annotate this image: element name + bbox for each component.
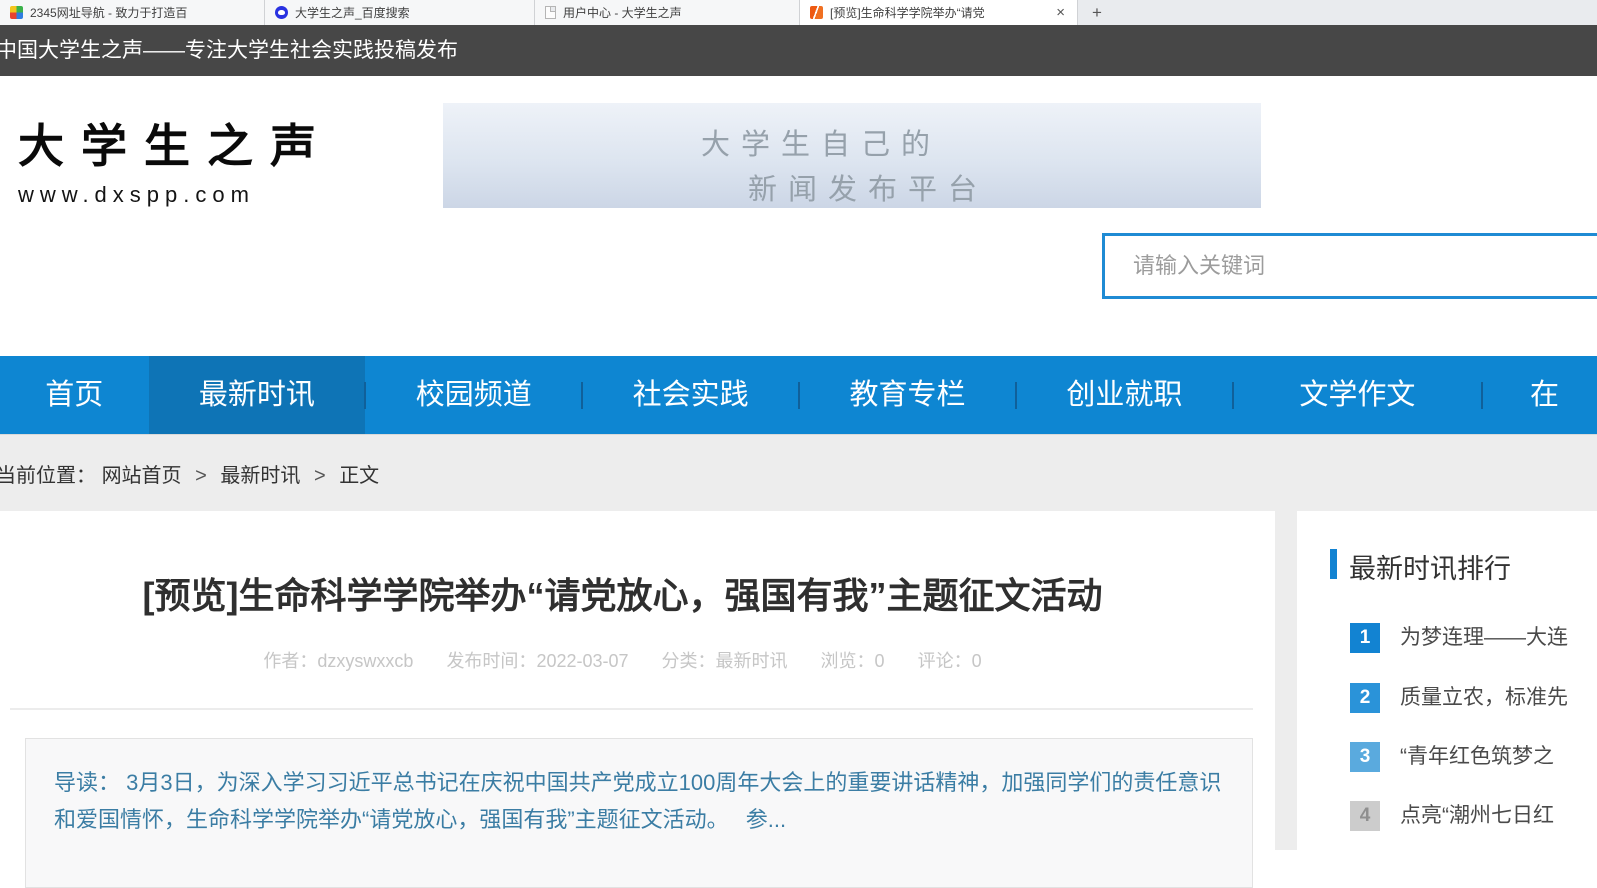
breadcrumb-current: 正文 [339, 465, 379, 487]
site-slogan-bar: 中国大学生之声——专注大学生社会实践投稿发布 [0, 25, 1597, 76]
ranking-link: 点亮“潮州七日红 [1400, 801, 1554, 831]
breadcrumb: 当前位置： 网站首页 > 最新时讯 > 正文 [0, 459, 379, 488]
nav-item-literature[interactable]: 文学作文 [1233, 356, 1482, 434]
rank-badge: 4 [1350, 801, 1380, 831]
2345-icon [10, 6, 23, 19]
close-icon[interactable]: × [1054, 4, 1067, 21]
tab-title: 大学生之声_百度搜索 [295, 4, 524, 21]
baidu-icon [275, 6, 288, 19]
ranking-link: 质量立农，标准先 [1400, 683, 1568, 713]
nav-item-campus[interactable]: 校园频道 [365, 356, 582, 434]
meta-date: 发布时间：2022-03-07 [446, 651, 628, 671]
meta-views: 浏览：0 [821, 651, 885, 671]
divider [10, 708, 1253, 710]
meta-comments: 评论：0 [918, 651, 982, 671]
meta-author: 作者：dzxyswxxcb [263, 651, 413, 671]
ranking-item-3[interactable]: 3 “青年红色筑梦之 [1297, 742, 1597, 772]
rank-badge: 1 [1350, 623, 1380, 653]
sidebar-title: 最新时讯排行 [1349, 547, 1511, 586]
tab-title: 2345网址导航 - 致力于打造百 [30, 4, 254, 21]
header-banner: 大学生自己的 新闻发布平台 [443, 103, 1261, 208]
tab-title: 用户中心 - 大学生之声 [563, 4, 789, 21]
nav-item-clipped[interactable]: 在 [1482, 356, 1597, 434]
ranking-item-2[interactable]: 2 质量立农，标准先 [1297, 683, 1597, 713]
summary-text: 3月3日，为深入学习习近平总书记在庆祝中国共产党成立100周年大会上的重要讲话精… [54, 770, 1221, 832]
site-logo[interactable]: 大学生之声 www.dxspp.com [18, 110, 333, 208]
article-title: [预览]生命科学学院举办“请党放心，强国有我”主题征文活动 [0, 567, 1275, 619]
logo-title: 大学生之声 [18, 110, 333, 176]
article-card: [预览]生命科学学院举办“请党放心，强国有我”主题征文活动 作者：dzxyswx… [0, 511, 1275, 856]
search-input[interactable] [1102, 233, 1597, 299]
breadcrumb-section-link[interactable]: 最新时讯 [220, 465, 300, 487]
ranking-link: “青年红色筑梦之 [1400, 742, 1554, 772]
nav-item-home[interactable]: 首页 [0, 356, 149, 434]
logo-url: www.dxspp.com [18, 182, 333, 208]
summary-label: 导读： [54, 770, 120, 795]
breadcrumb-label: 当前位置： [0, 465, 96, 487]
rank-badge: 2 [1350, 683, 1380, 713]
browser-tab-bar: 2345网址导航 - 致力于打造百 大学生之声_百度搜索 用户中心 - 大学生之… [0, 0, 1597, 25]
ranking-item-4[interactable]: 4 点亮“潮州七日红 [1297, 801, 1597, 831]
breadcrumb-separator: > [314, 465, 326, 487]
nav-item-career[interactable]: 创业就职 [1016, 356, 1233, 434]
page-body: 当前位置： 网站首页 > 最新时讯 > 正文 [预览]生命科学学院举办“请党放心… [0, 434, 1597, 850]
browser-tab-user-center[interactable]: 用户中心 - 大学生之声 [535, 0, 800, 25]
document-icon [545, 6, 556, 19]
nav-item-education[interactable]: 教育专栏 [799, 356, 1016, 434]
breadcrumb-home-link[interactable]: 网站首页 [102, 465, 182, 487]
ranking-link: 为梦连理——大连 [1400, 623, 1568, 653]
ranking-item-1[interactable]: 1 为梦连理——大连 [1297, 623, 1597, 653]
site-slogan: 中国大学生之声——专注大学生社会实践投稿发布 [0, 25, 1597, 76]
accent-bar [1330, 549, 1337, 579]
meta-category: 分类：最新时讯 [662, 651, 788, 671]
site-header: 大学生之声 www.dxspp.com 大学生自己的 新闻发布平台 [0, 76, 1597, 356]
browser-tab-2345[interactable]: 2345网址导航 - 致力于打造百 [0, 0, 265, 25]
main-nav: 首页 最新时讯 校园频道 社会实践 教育专栏 创业就职 文学作文 在 [0, 356, 1597, 434]
breadcrumb-separator: > [195, 465, 207, 487]
browser-tab-baidu-search[interactable]: 大学生之声_百度搜索 [265, 0, 535, 25]
sidebar-ranking-card: 最新时讯排行 1 为梦连理——大连 2 质量立农，标准先 3 “青年红色筑梦之 … [1297, 511, 1597, 856]
browser-tab-article-active[interactable]: [预览]生命科学学院举办“请党 × [800, 0, 1078, 25]
rank-badge: 3 [1350, 742, 1380, 772]
article-summary-box: 导读： 3月3日，为深入学习习近平总书记在庆祝中国共产党成立100周年大会上的重… [25, 738, 1253, 888]
nav-item-latest-news[interactable]: 最新时讯 [149, 356, 366, 434]
search-box [1102, 233, 1597, 299]
new-tab-button[interactable]: + [1078, 0, 1116, 25]
banner-line-1: 大学生自己的 [701, 121, 941, 163]
nav-item-social-practice[interactable]: 社会实践 [582, 356, 799, 434]
article-meta: 作者：dzxyswxxcb 发布时间：2022-03-07 分类：最新时讯 浏览… [0, 647, 1275, 673]
tab-title: [预览]生命科学学院举办“请党 [830, 4, 1047, 21]
banner-line-2: 新闻发布平台 [748, 166, 988, 208]
site-icon [810, 6, 823, 19]
